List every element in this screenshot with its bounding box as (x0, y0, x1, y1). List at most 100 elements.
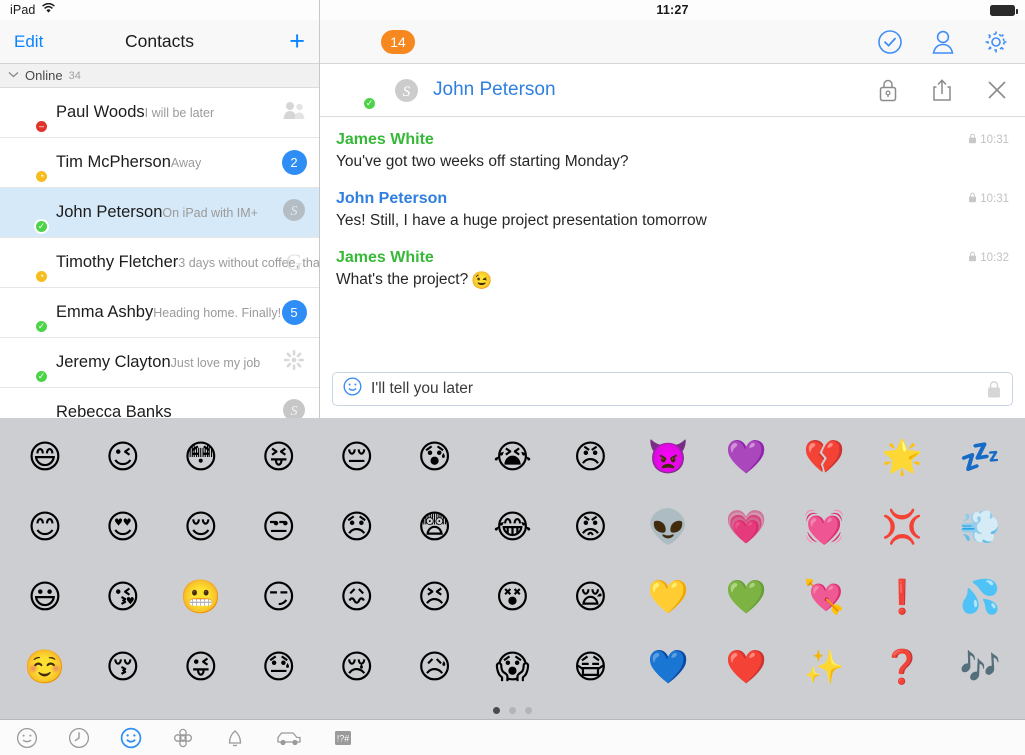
emoji-broken-heart[interactable]: 💔 (785, 440, 863, 473)
contact-row[interactable]: ◔ Tim McPhersonAway 2 (0, 138, 319, 188)
contact-row[interactable]: Rebecca Banks S (0, 388, 319, 418)
emoji-growing-heart[interactable]: 💗 (707, 510, 785, 543)
emoji-sweat-droplets[interactable]: 💦 (941, 580, 1019, 613)
avatar[interactable]: ◔ (8, 244, 49, 284)
close-icon[interactable] (985, 78, 1009, 102)
emoji-face-screaming-in-fear[interactable]: 😱 (474, 650, 552, 683)
emoji-face-tears-of-joy[interactable]: 😂 (474, 510, 552, 543)
page-dot[interactable] (493, 706, 500, 714)
emoji-face-with-medical-mask[interactable]: 😷 (551, 650, 629, 683)
avatar[interactable] (8, 394, 46, 419)
emoji-sleepy-face[interactable]: 😪 (551, 580, 629, 613)
emoji-winking-face-tongue[interactable]: 😜 (162, 650, 240, 683)
kb-recent-smiley-icon[interactable] (16, 727, 38, 749)
online-group-header[interactable]: Online 34 (0, 64, 319, 88)
emoji-crying-face[interactable]: 😢 (318, 650, 396, 683)
page-dot[interactable] (525, 706, 532, 714)
contact-list[interactable]: ‒ Paul WoodsI will be later ◔ Tim McPherson… (0, 88, 319, 418)
avatar[interactable]: ✓ (8, 344, 49, 384)
add-contact-button[interactable]: + (289, 28, 305, 55)
emoji-smiling-face[interactable]: ☺️ (6, 650, 84, 683)
emoji-green-heart[interactable]: 💚 (707, 580, 785, 613)
emoji-glowing-star[interactable]: 🌟 (863, 440, 941, 473)
emoji-angry-face[interactable]: 😠 (551, 440, 629, 473)
emoji-relieved-face[interactable]: 😌 (162, 510, 240, 543)
emoji-grinning-face-smiling-eyes[interactable]: 😄 (6, 440, 84, 473)
check-circle-icon[interactable] (877, 29, 903, 55)
emoji-squinting-face-tongue[interactable]: 😝 (240, 440, 318, 473)
emoji-confounded-face[interactable]: 😖 (318, 580, 396, 613)
lock-icon[interactable] (877, 77, 899, 103)
unread-badge[interactable]: 5 (281, 300, 307, 325)
emoji-question-mark[interactable]: ❓ (863, 650, 941, 683)
message-input-value[interactable]: I'll tell you later (371, 380, 986, 398)
kb-emoticons-icon[interactable] (120, 727, 142, 749)
message-input[interactable]: I'll tell you later (332, 372, 1013, 406)
chevron-down-icon[interactable] (8, 70, 19, 81)
emoji-page-indicator[interactable] (0, 701, 1025, 719)
emoji-fearful-face[interactable]: 😨 (396, 510, 474, 543)
keyboard-category-toolbar[interactable]: !?# (0, 719, 1025, 755)
emoji-disappointed-face[interactable]: 😞 (318, 510, 396, 543)
emoji-enraged-face[interactable]: 😡 (551, 510, 629, 543)
emoji-anger-symbol[interactable]: 💢 (863, 510, 941, 543)
emoji-angry-face-horns[interactable]: 👿 (629, 440, 707, 473)
emoji-grid[interactable]: 😄 😉 😳 😝 😔 😰 😭 😠 👿 💜 💔 🌟 💤 😊 😍 😌 😒 😞 😨 😂 😡 👽 💗 💓 💢 💨 😃 😘 😬 😏 😖 😣 😵 😪 💛 💚 💘 ❗ 💦 ☺… (0, 418, 1025, 701)
emoji-flushed-face[interactable]: 😳 (162, 440, 240, 473)
emoji-blue-heart[interactable]: 💙 (629, 650, 707, 683)
contact-row[interactable]: ✓ John PetersonOn iPad with IM+ S (0, 188, 319, 238)
emoji-unamused-face[interactable]: 😒 (240, 510, 318, 543)
message-author[interactable]: James White (336, 249, 434, 267)
unread-count-badge[interactable]: 14 (381, 29, 415, 54)
emoji-musical-notes[interactable]: 🎶 (941, 650, 1019, 683)
conversation-contact-name[interactable]: John Peterson (433, 79, 556, 101)
emoji-exclamation-mark[interactable]: ❗ (863, 580, 941, 613)
gear-icon[interactable] (983, 29, 1009, 55)
emoji-sad-but-relieved-face[interactable]: 😥 (396, 650, 474, 683)
emoji-red-heart[interactable]: ❤️ (707, 650, 785, 683)
emoji-kissing-face-closed-eyes[interactable]: 😚 (84, 650, 162, 683)
emoji-downcast-face-sweat[interactable]: 😓 (240, 650, 318, 683)
emoji-loudly-crying-face[interactable]: 😭 (474, 440, 552, 473)
emoji-purple-heart[interactable]: 💜 (707, 440, 785, 473)
avatar[interactable]: ‒ (8, 94, 49, 134)
emoji-grinning-face-big-eyes[interactable]: 😃 (6, 580, 84, 613)
emoji-alien[interactable]: 👽 (629, 510, 707, 543)
avatar[interactable]: ◔ (8, 144, 49, 184)
emoji-winking-face[interactable]: 😉 (84, 440, 162, 473)
kb-symbols-icon[interactable]: !?# (332, 727, 354, 749)
emoji-persevering-face[interactable]: 😣 (396, 580, 474, 613)
page-dot[interactable] (509, 706, 516, 714)
emoji-smirking-face[interactable]: 😏 (240, 580, 318, 613)
lock-icon[interactable] (986, 380, 1002, 399)
emoji-beating-heart[interactable]: 💓 (785, 510, 863, 543)
emoji-face-with-crossed-out-eyes[interactable]: 😵 (474, 580, 552, 613)
kb-objects-icon[interactable] (224, 727, 246, 749)
avatar[interactable]: ✓ (8, 294, 49, 334)
unread-badge[interactable]: 2 (281, 150, 307, 175)
emoji-smiling-face-smiling-eyes[interactable]: 😊 (6, 510, 84, 543)
avatar[interactable]: ✓ (336, 71, 377, 111)
smiley-icon[interactable] (343, 377, 362, 401)
share-icon[interactable] (931, 77, 953, 103)
kb-vehicles-icon[interactable] (276, 728, 302, 748)
edit-button[interactable]: Edit (14, 32, 43, 52)
contact-row[interactable]: ✓ Jeremy ClaytonJust love my job (0, 338, 319, 388)
emoji-grimacing-face[interactable]: 😬 (162, 580, 240, 613)
emoji-sparkles[interactable]: ✨ (785, 650, 863, 683)
emoji-dashing-away[interactable]: 💨 (941, 510, 1019, 543)
emoji-heart-with-arrow[interactable]: 💘 (785, 580, 863, 613)
emoji-pensive-face[interactable]: 😔 (318, 440, 396, 473)
contact-row[interactable]: ‒ Paul WoodsI will be later (0, 88, 319, 138)
contact-row[interactable]: ◔ Timothy Fletcher3 days without coffee, … (0, 238, 319, 288)
contact-row[interactable]: ✓ Emma AshbyHeading home. Finally! 5 (0, 288, 319, 338)
emoji-yellow-heart[interactable]: 💛 (629, 580, 707, 613)
emoji-anxious-face-sweat[interactable]: 😰 (396, 440, 474, 473)
person-icon[interactable] (931, 29, 955, 55)
emoji-heart-eyes-face[interactable]: 😍 (84, 510, 162, 543)
emoji-zzz[interactable]: 💤 (941, 440, 1019, 473)
avatar[interactable]: ✓ (8, 194, 49, 234)
message-author[interactable]: John Peterson (336, 190, 447, 208)
message-author[interactable]: James White (336, 131, 434, 149)
kb-nature-icon[interactable] (172, 727, 194, 749)
